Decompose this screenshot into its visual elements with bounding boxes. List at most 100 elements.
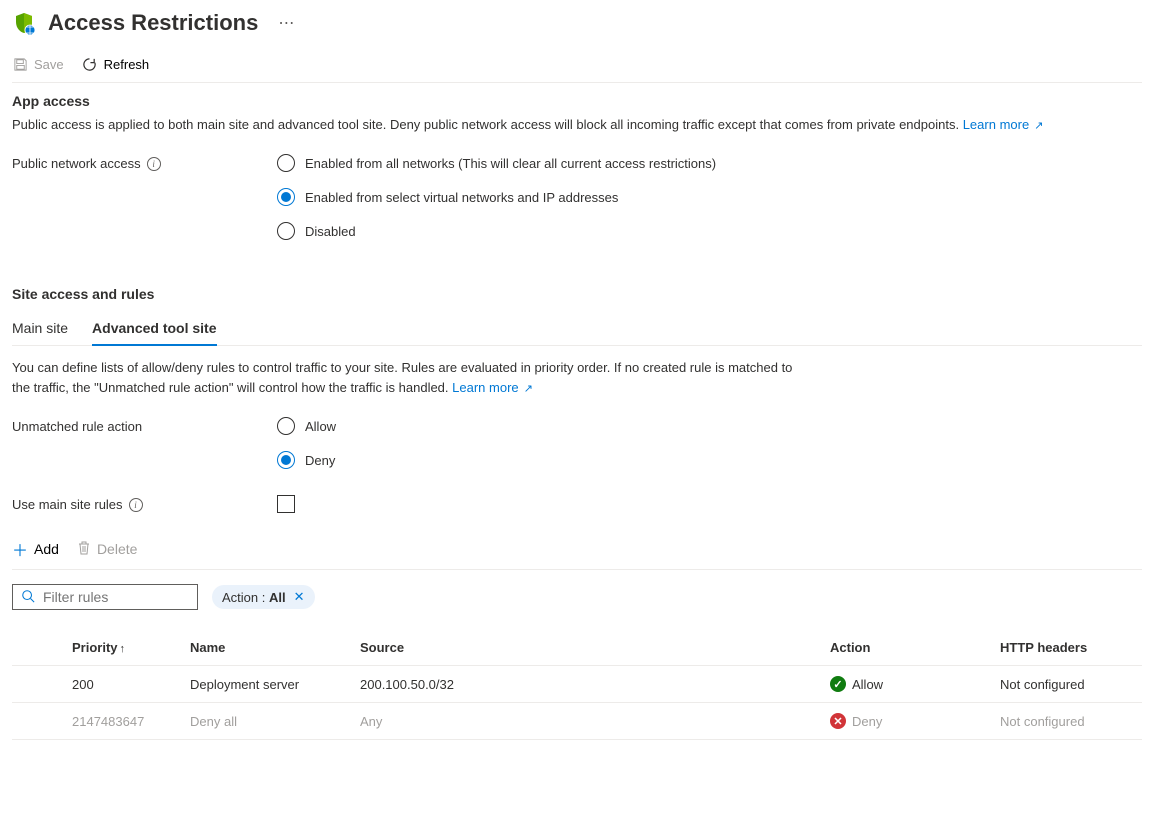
app-access-description: Public access is applied to both main si… xyxy=(12,115,1142,136)
cell-http-headers: Not configured xyxy=(992,666,1142,703)
delete-rule-button[interactable]: Delete xyxy=(77,540,137,559)
tab-label: Advanced tool site xyxy=(92,320,216,336)
page-title: Access Restrictions xyxy=(48,10,258,36)
rules-command-bar: ＋ Add Delete xyxy=(12,537,1142,561)
site-tabs: Main site Advanced tool site xyxy=(12,312,1142,346)
col-action[interactable]: Action xyxy=(822,630,992,666)
filter-row: Action : All ✕ xyxy=(12,584,1142,610)
add-label: Add xyxy=(34,541,59,557)
app-access-learn-more-link[interactable]: Learn more ↗ xyxy=(963,117,1044,132)
site-access-heading: Site access and rules xyxy=(12,286,1142,302)
filter-rules-input-wrap[interactable] xyxy=(12,584,198,610)
external-link-icon: ↗ xyxy=(1031,120,1043,132)
more-actions-button[interactable]: ⋯ xyxy=(278,13,294,33)
pna-option-label: Disabled xyxy=(305,224,356,239)
unmatched-rule-action-label: Unmatched rule action xyxy=(12,417,277,434)
cell-action: ✓ Allow xyxy=(822,666,992,703)
umsr-label-text: Use main site rules xyxy=(12,497,123,512)
col-label: HTTP headers xyxy=(1000,640,1087,655)
cell-action: ✕ Deny xyxy=(822,703,992,740)
search-icon xyxy=(21,589,35,606)
table-row[interactable]: 200 Deployment server 200.100.50.0/32 ✓ … xyxy=(12,666,1142,703)
info-icon[interactable]: i xyxy=(129,498,143,512)
cell-source: Any xyxy=(352,703,822,740)
divider xyxy=(12,569,1142,570)
public-network-access-radio-group: Enabled from all networks (This will cle… xyxy=(277,154,716,240)
trash-icon xyxy=(77,540,91,559)
app-access-heading: App access xyxy=(12,93,1142,109)
learn-more-label: Learn more xyxy=(452,380,518,395)
site-access-description: You can define lists of allow/deny rules… xyxy=(12,358,802,399)
radio-icon xyxy=(277,222,295,240)
public-network-access-label: Public network access i xyxy=(12,154,277,171)
learn-more-label: Learn more xyxy=(963,117,1029,132)
refresh-label: Refresh xyxy=(104,57,150,72)
unmatched-label-text: Unmatched rule action xyxy=(12,419,142,434)
rules-table: Priority↑ Name Source Action HTTP header… xyxy=(12,630,1142,740)
refresh-button[interactable]: Refresh xyxy=(82,56,150,72)
col-label: Priority xyxy=(72,640,118,655)
page-header: Access Restrictions ⋯ xyxy=(12,10,1142,36)
col-source[interactable]: Source xyxy=(352,630,822,666)
table-header-row: Priority↑ Name Source Action HTTP header… xyxy=(12,630,1142,666)
sort-asc-icon: ↑ xyxy=(120,643,126,655)
unmatched-rule-action-field: Unmatched rule action Allow Deny xyxy=(12,417,1142,469)
site-access-learn-more-link[interactable]: Learn more ↗ xyxy=(452,380,533,395)
save-icon xyxy=(12,56,28,72)
info-icon[interactable]: i xyxy=(147,157,161,171)
cell-name: Deployment server xyxy=(182,666,352,703)
cell-priority: 200 xyxy=(12,666,182,703)
clear-filter-icon[interactable]: ✕ xyxy=(294,589,305,605)
pna-option-disabled[interactable]: Disabled xyxy=(277,222,716,240)
pna-label-text: Public network access xyxy=(12,156,141,171)
unmatched-option-deny[interactable]: Deny xyxy=(277,451,336,469)
allow-status-icon: ✓ xyxy=(830,676,846,692)
save-button[interactable]: Save xyxy=(12,56,64,72)
save-label: Save xyxy=(34,57,64,72)
pna-option-label: Enabled from all networks (This will cle… xyxy=(305,156,716,171)
radio-icon xyxy=(277,154,295,172)
deny-status-icon: ✕ xyxy=(830,713,846,729)
public-network-access-field: Public network access i Enabled from all… xyxy=(12,154,1142,240)
app-access-desc-text: Public access is applied to both main si… xyxy=(12,117,959,132)
divider xyxy=(12,82,1142,83)
unmatched-rule-radio-group: Allow Deny xyxy=(277,417,336,469)
col-label: Action xyxy=(830,640,870,655)
action-filter-pill[interactable]: Action : All ✕ xyxy=(212,585,315,609)
tab-advanced-tool-site[interactable]: Advanced tool site xyxy=(92,312,216,346)
col-http-headers[interactable]: HTTP headers xyxy=(992,630,1142,666)
tab-label: Main site xyxy=(12,320,68,336)
tab-main-site[interactable]: Main site xyxy=(12,312,68,346)
cell-priority: 2147483647 xyxy=(12,703,182,740)
use-main-site-rules-label: Use main site rules i xyxy=(12,495,277,512)
external-link-icon: ↗ xyxy=(521,383,533,395)
add-rule-button[interactable]: ＋ Add xyxy=(12,537,59,561)
unmatched-option-allow[interactable]: Allow xyxy=(277,417,336,435)
col-name[interactable]: Name xyxy=(182,630,352,666)
cell-source: 200.100.50.0/32 xyxy=(352,666,822,703)
col-label: Source xyxy=(360,640,404,655)
refresh-icon xyxy=(82,56,98,72)
table-row[interactable]: 2147483647 Deny all Any ✕ Deny Not confi… xyxy=(12,703,1142,740)
pna-option-label: Enabled from select virtual networks and… xyxy=(305,190,618,205)
delete-label: Delete xyxy=(97,541,137,557)
action-text: Deny xyxy=(852,714,882,729)
col-label: Name xyxy=(190,640,225,655)
pill-prefix: Action : xyxy=(222,590,269,605)
radio-icon xyxy=(277,417,295,435)
unmatched-option-label: Allow xyxy=(305,419,336,434)
filter-rules-input[interactable] xyxy=(43,585,189,609)
use-main-site-rules-checkbox[interactable] xyxy=(277,495,295,513)
pill-value: All xyxy=(269,590,286,605)
radio-icon xyxy=(277,451,295,469)
unmatched-option-label: Deny xyxy=(305,453,335,468)
shield-network-icon xyxy=(12,11,36,35)
col-priority[interactable]: Priority↑ xyxy=(12,630,182,666)
cell-http-headers: Not configured xyxy=(992,703,1142,740)
radio-icon xyxy=(277,188,295,206)
pna-option-all-networks[interactable]: Enabled from all networks (This will cle… xyxy=(277,154,716,172)
pna-option-selected-networks[interactable]: Enabled from select virtual networks and… xyxy=(277,188,716,206)
use-main-site-rules-field: Use main site rules i xyxy=(12,495,1142,513)
cell-name: Deny all xyxy=(182,703,352,740)
command-toolbar: Save Refresh xyxy=(12,50,1142,80)
